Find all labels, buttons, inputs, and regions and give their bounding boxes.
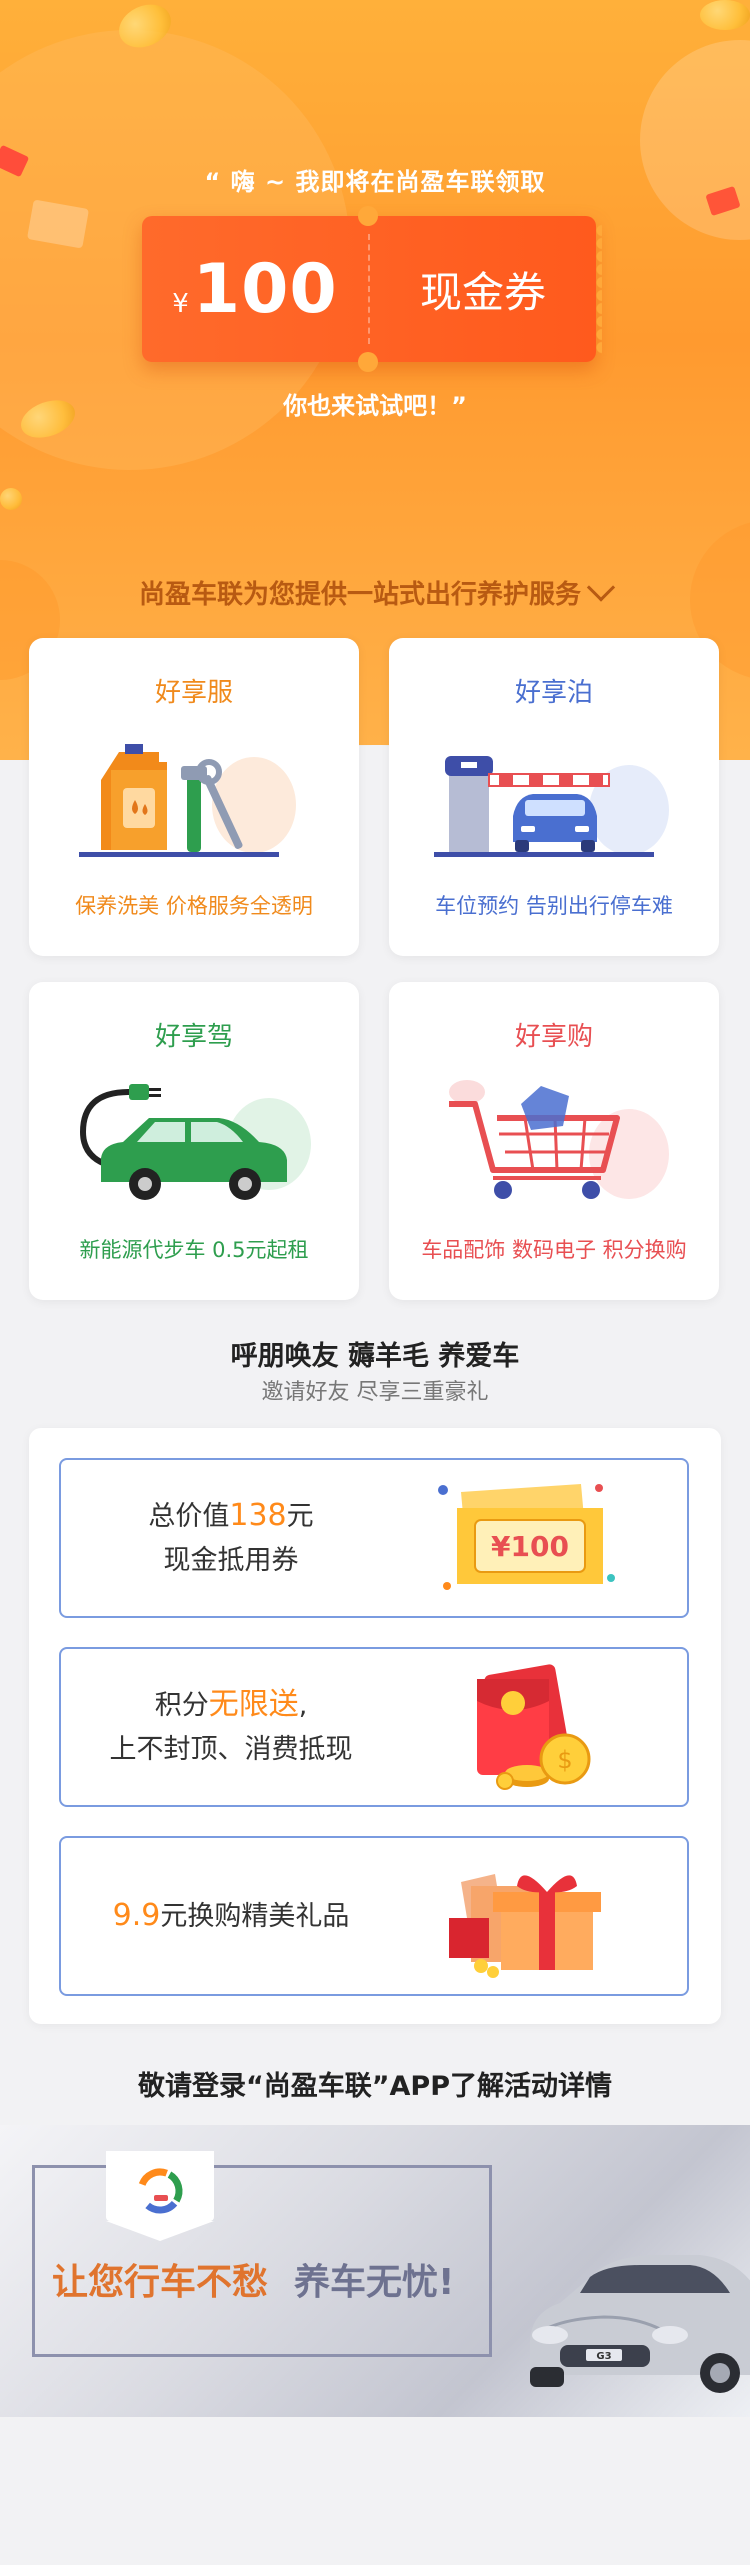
service-card-shop[interactable]: 好享购 车品配饰 数码电子 积分换购 — [389, 982, 719, 1300]
benefit-line2: 现金抵用券 — [163, 1544, 299, 1576]
service-card-maintenance[interactable]: 好享服 保养洗美 价格服务全透明 — [29, 638, 359, 956]
service-card-desc: 保养洗美 价格服务全透明 — [75, 894, 313, 918]
coupon-currency: ¥ — [172, 288, 189, 319]
coin-icon — [700, 0, 750, 30]
hero-invite-line: 你也来试试吧！” — [283, 392, 467, 420]
parking-gate-icon — [434, 756, 669, 857]
slogan-banner: 让您行车不愁 养车无忧! G3 — [0, 2125, 750, 2417]
service-card-title: 好享服 — [154, 678, 233, 708]
services-title: 尚盈车联为您提供一站式出行养护服务 — [0, 572, 750, 611]
coupon-amount: 100 — [192, 249, 338, 329]
app-logo — [106, 2151, 214, 2241]
benefit-line2: 上不封顶、消费抵现 — [109, 1733, 353, 1765]
coupon-serrated-edge — [590, 224, 602, 354]
invite-title: 呼朋唤友 薅羊毛 养爱车 — [230, 1341, 520, 1372]
benefit-post: 元 — [286, 1500, 314, 1532]
voucher-ticket-icon: ¥100 — [438, 1484, 615, 1590]
coin-icon — [0, 488, 22, 510]
login-note: 敬请登录“尚盈车联”APP了解活动详情 — [138, 2071, 612, 2102]
gift-box-icon — [449, 1874, 601, 1978]
red-envelope-coins-icon: $ — [477, 1664, 591, 1790]
slogan-part1: 让您行车不愁 — [52, 2262, 269, 2303]
service-card-title: 好享购 — [514, 1022, 593, 1052]
chevron-down-icon — [586, 572, 616, 602]
decor-bubble — [640, 40, 750, 240]
benefit-text: 总价值138元 现金抵用券 — [61, 1460, 401, 1616]
service-card-title: 好享泊 — [514, 678, 593, 708]
benefit-gift-exchange[interactable]: 9.9元换购精美礼品 — [59, 1836, 689, 1996]
benefit-cash-voucher[interactable]: 总价值138元 现金抵用券 ¥100 — [59, 1458, 689, 1618]
shopping-cart-icon — [449, 1080, 669, 1199]
benefit-line1: 积分无限送, — [155, 1683, 308, 1728]
voucher-ticket-text: ¥100 — [491, 1530, 569, 1563]
coupon-label: 现金券 — [419, 267, 546, 317]
service-card-title: 好享驾 — [154, 1022, 233, 1052]
benefit-highlight: 无限送 — [208, 1686, 299, 1722]
benefit-pre: 积分 — [154, 1689, 209, 1721]
app-logo-icon — [137, 2168, 183, 2214]
benefit-text: 积分无限送, 上不封顶、消费抵现 — [61, 1649, 401, 1805]
invite-subtitle: 邀请好友 尽享三重豪礼 — [261, 1380, 489, 1405]
benefit-pre: 总价值 — [148, 1500, 230, 1532]
car-plate-text: G3 — [596, 2351, 611, 2362]
service-card-ev-rental[interactable]: 好享驾 新能源代步车 0.5元起租 — [29, 982, 359, 1300]
oil-and-tools-icon — [79, 744, 296, 857]
sedan-car-image: G3 — [530, 2255, 750, 2393]
benefit-post: , — [298, 1689, 308, 1721]
svg-text:$: $ — [557, 1746, 572, 1774]
slogan-part2: 养车无忧! — [294, 2262, 455, 2303]
benefit-line1: 总价值138元 — [148, 1494, 313, 1539]
benefit-points[interactable]: 积分无限送, 上不封顶、消费抵现 $ — [59, 1647, 689, 1807]
service-card-parking[interactable]: 好享泊 车位预约 告别出行停车难 — [389, 638, 719, 956]
cash-coupon[interactable]: ¥ 100 现金券 — [142, 206, 602, 372]
benefit-text: 9.9元换购精美礼品 — [61, 1838, 401, 1994]
banner-slogan: 让您行车不愁 养车无忧! — [52, 2253, 454, 2305]
service-card-desc: 新能源代步车 0.5元起租 — [79, 1238, 309, 1262]
invite-benefits-panel: 总价值138元 现金抵用券 ¥100 积分无限送, 上不封顶、消费抵现 $ 9.… — [29, 1428, 721, 2024]
hero-greeting: “ 嗨 ~ 我即将在尚盈车联领取 — [204, 168, 546, 196]
page-footer-space — [0, 2417, 750, 2565]
page: “ 嗨 ~ 我即将在尚盈车联领取 ¥ 100 现金券 你也来试试吧！” 尚盈车联… — [0, 0, 750, 2565]
benefit-highlight: 9.9 — [112, 1897, 161, 1933]
electric-car-icon — [79, 1084, 311, 1200]
benefit-line1: 9.9元换购精美礼品 — [113, 1894, 350, 1939]
benefit-highlight: 138 — [229, 1497, 287, 1533]
benefit-post: 元换购精美礼品 — [160, 1900, 350, 1932]
coupon-value: ¥ 100 — [142, 250, 368, 329]
services-title-text: 尚盈车联为您提供一站式出行养护服务 — [138, 580, 581, 610]
service-card-desc: 车位预约 告别出行停车难 — [435, 894, 673, 918]
service-card-desc: 车品配饰 数码电子 积分换购 — [421, 1238, 687, 1262]
